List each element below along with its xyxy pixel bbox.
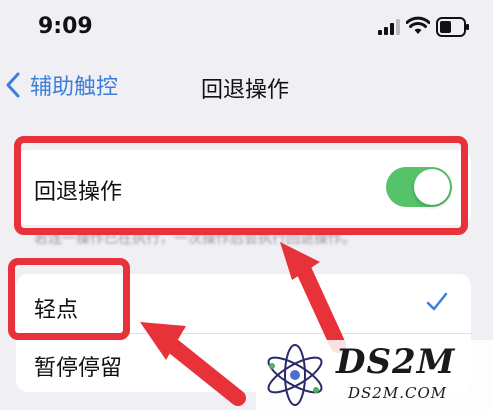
back-label: 辅助触控 xyxy=(30,75,119,100)
back-action-toggle[interactable] xyxy=(386,167,452,207)
toggle-row-label: 回退操作 xyxy=(34,180,123,205)
wifi-icon xyxy=(406,16,430,34)
chevron-left-icon xyxy=(6,72,20,98)
watermark-subtitle: DS2M.COM xyxy=(348,384,448,402)
option-row-tap[interactable]: 轻点 xyxy=(16,274,471,333)
status-time: 9:09 xyxy=(38,14,93,39)
toggle-group: 回退操作 xyxy=(16,150,471,225)
signal-icon xyxy=(378,19,400,35)
battery-icon xyxy=(436,17,469,37)
page-title: 回退操作 xyxy=(200,78,289,103)
checkmark-icon xyxy=(426,292,448,311)
atom-logo-icon xyxy=(267,344,323,406)
option-label-tap: 轻点 xyxy=(34,298,79,323)
back-button[interactable]: 辅助触控 xyxy=(6,68,118,102)
watermark: DS2M DS2M.COM xyxy=(256,340,493,410)
footnote-text: 若连一操作已在执行，一次操作后会执行回退操作。 xyxy=(34,231,356,247)
watermark-title: DS2M xyxy=(336,342,456,382)
nav-bar: 辅助触控 回退操作 xyxy=(0,60,493,110)
toggle-knob xyxy=(414,169,450,205)
status-bar: 9:09 xyxy=(0,0,493,55)
option-label-pause: 暂停停留 xyxy=(34,356,123,381)
